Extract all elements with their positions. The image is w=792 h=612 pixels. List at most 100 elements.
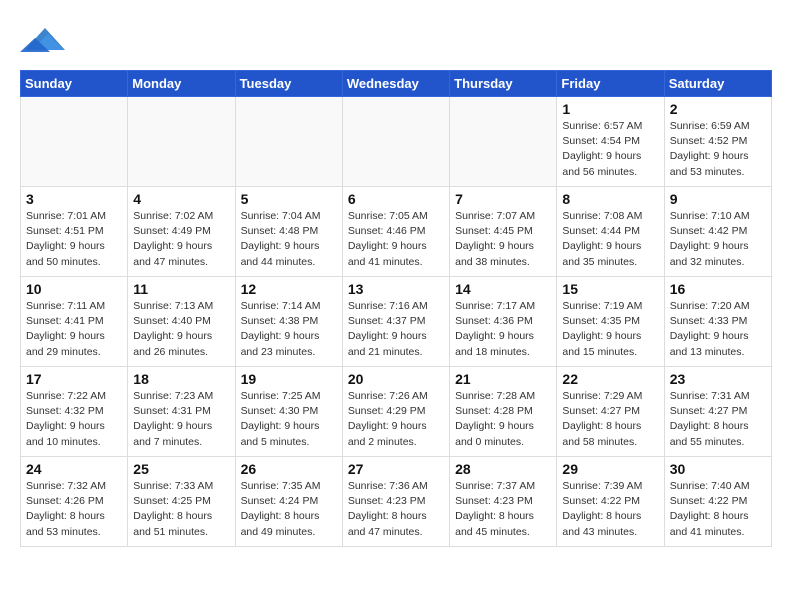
day-info: Sunrise: 7:31 AM Sunset: 4:27 PM Dayligh…: [670, 389, 766, 450]
weekday-header-wednesday: Wednesday: [342, 71, 449, 97]
day-number: 11: [133, 281, 229, 297]
calendar-cell: 27 Sunrise: 7:36 AM Sunset: 4:23 PM Dayli…: [342, 457, 449, 547]
day-info: Sunrise: 7:25 AM Sunset: 4:30 PM Dayligh…: [241, 389, 337, 450]
day-number: 20: [348, 371, 444, 387]
day-number: 24: [26, 461, 122, 477]
logo-icon: [20, 20, 70, 60]
day-number: 9: [670, 191, 766, 207]
calendar-cell: 7 Sunrise: 7:07 AM Sunset: 4:45 PM Daylig…: [450, 187, 557, 277]
week-row-1: 3 Sunrise: 7:01 AM Sunset: 4:51 PM Daylig…: [21, 187, 772, 277]
calendar-cell: 21 Sunrise: 7:28 AM Sunset: 4:28 PM Dayli…: [450, 367, 557, 457]
calendar-cell: 4Sunrise: 7:02 AM Sunset: 4:49 PM Daylig…: [128, 187, 235, 277]
day-info: Sunrise: 7:23 AM Sunset: 4:31 PM Dayligh…: [133, 389, 229, 450]
day-number: 3: [26, 191, 122, 207]
weekday-header-tuesday: Tuesday: [235, 71, 342, 97]
day-number: 26: [241, 461, 337, 477]
calendar-table: SundayMondayTuesdayWednesdayThursdayFrid…: [20, 70, 772, 547]
day-number: 13: [348, 281, 444, 297]
logo: [20, 20, 74, 60]
calendar-cell: 12Sunrise: 7:14 AM Sunset: 4:38 PM Dayli…: [235, 277, 342, 367]
weekday-header-saturday: Saturday: [664, 71, 771, 97]
day-info: Sunrise: 7:39 AM Sunset: 4:22 PM Dayligh…: [562, 479, 658, 540]
day-number: 6: [348, 191, 444, 207]
day-number: 19: [241, 371, 337, 387]
day-number: 21: [455, 371, 551, 387]
calendar-cell: [235, 97, 342, 187]
day-number: 2: [670, 101, 766, 117]
calendar-cell: [128, 97, 235, 187]
day-info: Sunrise: 7:22 AM Sunset: 4:32 PM Dayligh…: [26, 389, 122, 450]
calendar-cell: 25 Sunrise: 7:33 AM Sunset: 4:25 PM Dayli…: [128, 457, 235, 547]
calendar-cell: [342, 97, 449, 187]
day-number: 7: [455, 191, 551, 207]
calendar-cell: 13 Sunrise: 7:16 AM Sunset: 4:37 PM Dayli…: [342, 277, 449, 367]
calendar-cell: 6 Sunrise: 7:05 AM Sunset: 4:46 PM Daylig…: [342, 187, 449, 277]
calendar-cell: 9 Sunrise: 7:10 AM Sunset: 4:42 PM Daylig…: [664, 187, 771, 277]
day-number: 1: [562, 101, 658, 117]
day-number: 8: [562, 191, 658, 207]
day-number: 10: [26, 281, 122, 297]
calendar-cell: 11 Sunrise: 7:13 AM Sunset: 4:40 PM Dayli…: [128, 277, 235, 367]
calendar-cell: 16 Sunrise: 7:20 AM Sunset: 4:33 PM Dayli…: [664, 277, 771, 367]
day-info: Sunrise: 7:26 AM Sunset: 4:29 PM Dayligh…: [348, 389, 444, 450]
calendar-cell: 26 Sunrise: 7:35 AM Sunset: 4:24 PM Dayli…: [235, 457, 342, 547]
day-number: 27: [348, 461, 444, 477]
calendar-cell: 28Sunrise: 7:37 AM Sunset: 4:23 PM Dayli…: [450, 457, 557, 547]
day-info: Sunrise: 7:08 AM Sunset: 4:44 PM Dayligh…: [562, 209, 658, 270]
day-info: Sunrise: 7:14 AM Sunset: 4:38 PM Dayligh…: [241, 299, 337, 360]
day-info: Sunrise: 7:13 AM Sunset: 4:40 PM Dayligh…: [133, 299, 229, 360]
day-info: Sunrise: 7:05 AM Sunset: 4:46 PM Dayligh…: [348, 209, 444, 270]
day-number: 28: [455, 461, 551, 477]
day-info: Sunrise: 7:29 AM Sunset: 4:27 PM Dayligh…: [562, 389, 658, 450]
day-info: Sunrise: 6:59 AM Sunset: 4:52 PM Dayligh…: [670, 119, 766, 180]
calendar-cell: 14 Sunrise: 7:17 AM Sunset: 4:36 PM Dayli…: [450, 277, 557, 367]
day-number: 30: [670, 461, 766, 477]
calendar-cell: [21, 97, 128, 187]
calendar-cell: 15 Sunrise: 7:19 AM Sunset: 4:35 PM Dayli…: [557, 277, 664, 367]
day-info: Sunrise: 7:04 AM Sunset: 4:48 PM Dayligh…: [241, 209, 337, 270]
day-info: Sunrise: 7:20 AM Sunset: 4:33 PM Dayligh…: [670, 299, 766, 360]
day-info: Sunrise: 7:10 AM Sunset: 4:42 PM Dayligh…: [670, 209, 766, 270]
calendar-cell: 20 Sunrise: 7:26 AM Sunset: 4:29 PM Dayli…: [342, 367, 449, 457]
calendar-cell: 8 Sunrise: 7:08 AM Sunset: 4:44 PM Daylig…: [557, 187, 664, 277]
day-info: Sunrise: 7:02 AM Sunset: 4:49 PM Dayligh…: [133, 209, 229, 270]
day-info: Sunrise: 7:07 AM Sunset: 4:45 PM Dayligh…: [455, 209, 551, 270]
page-header: [20, 20, 772, 60]
week-row-0: 1 Sunrise: 6:57 AM Sunset: 4:54 PM Daylig…: [21, 97, 772, 187]
calendar-cell: 24 Sunrise: 7:32 AM Sunset: 4:26 PM Dayli…: [21, 457, 128, 547]
day-number: 5: [241, 191, 337, 207]
calendar-cell: 22 Sunrise: 7:29 AM Sunset: 4:27 PM Dayli…: [557, 367, 664, 457]
weekday-header-sunday: Sunday: [21, 71, 128, 97]
day-number: 15: [562, 281, 658, 297]
calendar-cell: 30 Sunrise: 7:40 AM Sunset: 4:22 PM Dayli…: [664, 457, 771, 547]
calendar-cell: 3 Sunrise: 7:01 AM Sunset: 4:51 PM Daylig…: [21, 187, 128, 277]
day-info: Sunrise: 7:28 AM Sunset: 4:28 PM Dayligh…: [455, 389, 551, 450]
calendar-cell: [450, 97, 557, 187]
weekday-header-monday: Monday: [128, 71, 235, 97]
day-info: Sunrise: 7:01 AM Sunset: 4:51 PM Dayligh…: [26, 209, 122, 270]
day-number: 23: [670, 371, 766, 387]
day-info: Sunrise: 7:36 AM Sunset: 4:23 PM Dayligh…: [348, 479, 444, 540]
day-info: Sunrise: 7:35 AM Sunset: 4:24 PM Dayligh…: [241, 479, 337, 540]
day-info: Sunrise: 7:33 AM Sunset: 4:25 PM Dayligh…: [133, 479, 229, 540]
day-number: 14: [455, 281, 551, 297]
day-info: Sunrise: 7:19 AM Sunset: 4:35 PM Dayligh…: [562, 299, 658, 360]
weekday-header-row: SundayMondayTuesdayWednesdayThursdayFrid…: [21, 71, 772, 97]
day-info: Sunrise: 7:16 AM Sunset: 4:37 PM Dayligh…: [348, 299, 444, 360]
calendar-cell: 29Sunrise: 7:39 AM Sunset: 4:22 PM Dayli…: [557, 457, 664, 547]
day-number: 16: [670, 281, 766, 297]
weekday-header-friday: Friday: [557, 71, 664, 97]
day-info: Sunrise: 7:40 AM Sunset: 4:22 PM Dayligh…: [670, 479, 766, 540]
day-number: 25: [133, 461, 229, 477]
calendar-cell: 18Sunrise: 7:23 AM Sunset: 4:31 PM Dayli…: [128, 367, 235, 457]
calendar-cell: 10Sunrise: 7:11 AM Sunset: 4:41 PM Dayli…: [21, 277, 128, 367]
calendar-cell: 19 Sunrise: 7:25 AM Sunset: 4:30 PM Dayli…: [235, 367, 342, 457]
day-info: Sunrise: 6:57 AM Sunset: 4:54 PM Dayligh…: [562, 119, 658, 180]
day-number: 22: [562, 371, 658, 387]
calendar-cell: 23 Sunrise: 7:31 AM Sunset: 4:27 PM Dayli…: [664, 367, 771, 457]
calendar-cell: 2 Sunrise: 6:59 AM Sunset: 4:52 PM Daylig…: [664, 97, 771, 187]
calendar-cell: 17 Sunrise: 7:22 AM Sunset: 4:32 PM Dayli…: [21, 367, 128, 457]
day-info: Sunrise: 7:17 AM Sunset: 4:36 PM Dayligh…: [455, 299, 551, 360]
day-number: 17: [26, 371, 122, 387]
day-info: Sunrise: 7:32 AM Sunset: 4:26 PM Dayligh…: [26, 479, 122, 540]
